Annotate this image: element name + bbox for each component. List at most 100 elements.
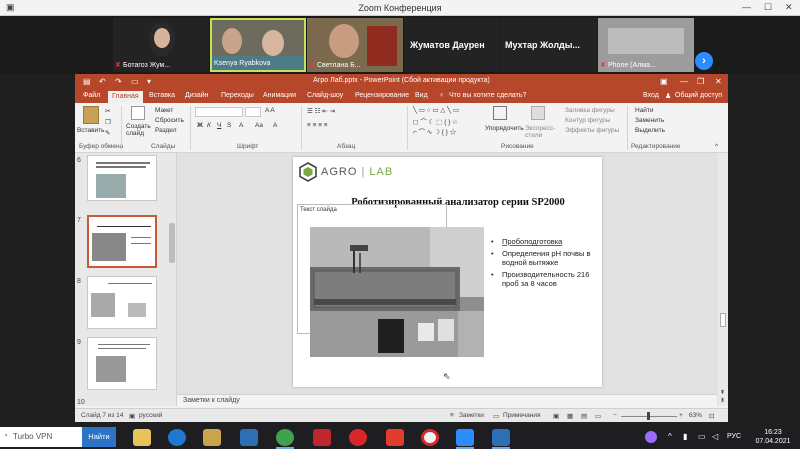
maximize-icon[interactable]: ☐	[764, 2, 772, 13]
sorter-view-icon[interactable]: ▦	[567, 412, 573, 420]
collapse-ribbon-icon[interactable]: ^	[715, 143, 718, 150]
quick-styles-icon[interactable]	[531, 106, 545, 120]
bold-button[interactable]: Ж	[197, 122, 203, 129]
power-app-icon[interactable]	[313, 429, 331, 446]
participant-tile[interactable]: Жуматов Даурен	[404, 18, 500, 72]
slide-thumbnail-selected[interactable]	[87, 215, 157, 268]
arrange-button[interactable]: Упорядочить	[485, 125, 524, 132]
fit-slide-icon[interactable]: ⊡	[709, 412, 714, 420]
minimize-icon[interactable]: —	[680, 77, 688, 86]
share-button[interactable]: Общий доступ	[675, 92, 722, 99]
underline-button[interactable]: Ч	[217, 122, 221, 129]
yandex-browser-icon[interactable]	[421, 429, 439, 446]
case-icon[interactable]: Aa	[255, 122, 263, 129]
section-button[interactable]: Раздел	[155, 127, 176, 134]
select-button[interactable]: Выделить	[635, 127, 665, 134]
cut-icon[interactable]: ✂	[105, 107, 110, 115]
tab-view[interactable]: Вид	[415, 92, 428, 99]
shape-effects-button[interactable]: Эффекты фигуры	[565, 127, 619, 134]
ribbon-display-icon[interactable]: ▣	[660, 77, 668, 86]
slideshow-view-icon[interactable]: ▭	[595, 412, 601, 420]
tab-home[interactable]: Главная	[108, 91, 143, 103]
layout-button[interactable]: Макет	[155, 107, 173, 114]
tab-slideshow[interactable]: Слайд-шоу	[307, 92, 343, 99]
tab-file[interactable]: Файл	[83, 92, 100, 99]
opera-icon[interactable]	[349, 429, 367, 446]
proofing-icon[interactable]: ▣	[129, 412, 135, 420]
scroll-prev-icon[interactable]: ⇞	[720, 389, 725, 396]
replace-button[interactable]: Заменить	[635, 117, 664, 124]
comments-button[interactable]: Примечания	[503, 412, 541, 419]
format-painter-icon[interactable]: ✎	[105, 129, 110, 137]
shapes-gallery[interactable]: ╲ ▭ ○ ▭ △ ╲ ▭ ◻ ⌒ ☾ ⬚ { } ☆ ⌐ ⌒ ∿ ☽ { } …	[413, 106, 479, 140]
zoom-level[interactable]: 63%	[689, 412, 702, 419]
paste-icon[interactable]	[83, 106, 99, 124]
edge-icon[interactable]	[168, 429, 186, 446]
tab-review[interactable]: Рецензирование	[355, 92, 409, 99]
find-button[interactable]: Найти	[635, 107, 654, 114]
italic-button[interactable]: К	[207, 122, 211, 129]
thumbs-scrollbar[interactable]	[169, 223, 175, 263]
tray-chevron-icon[interactable]: ^	[668, 432, 672, 441]
zoom-out-icon[interactable]: −	[613, 412, 617, 419]
reading-view-icon[interactable]: ▤	[581, 412, 587, 420]
alice-icon[interactable]	[645, 431, 657, 443]
new-slide-icon[interactable]	[131, 106, 145, 120]
search-go-button[interactable]: Найти	[82, 427, 116, 447]
tray-clock[interactable]: 16:23 07.04.2021	[750, 428, 796, 446]
word-icon[interactable]	[492, 429, 510, 446]
zoom-taskbar-icon[interactable]	[456, 429, 474, 446]
grow-font-icon[interactable]: A A	[265, 107, 275, 114]
analyzer-photo[interactable]	[310, 227, 484, 357]
yandex-icon[interactable]	[386, 429, 404, 446]
font-name-select[interactable]	[195, 107, 243, 117]
notes-toggle-button[interactable]: Заметки	[459, 412, 484, 419]
chrome-icon[interactable]	[276, 429, 294, 446]
tell-me-input[interactable]: Что вы хотите сделать?	[449, 92, 526, 99]
align-icons[interactable]: ≡ ≡ ≡ ≡	[307, 122, 328, 129]
slide-thumbnail[interactable]	[87, 337, 157, 390]
participant-tile[interactable]: ✘ Phone (Алма...	[598, 18, 694, 72]
quick-styles-button[interactable]: Экспресс-стили	[525, 125, 555, 139]
close-icon[interactable]: ✕	[715, 77, 722, 86]
slide-thumbnail[interactable]	[87, 155, 157, 201]
minimize-icon[interactable]: —	[742, 2, 751, 12]
zoom-in-icon[interactable]: +	[679, 412, 683, 419]
shape-fill-button[interactable]: Заливка фигуры	[565, 107, 615, 114]
arrange-icon[interactable]	[493, 106, 507, 120]
slide-thumbnail[interactable]	[87, 276, 157, 329]
tab-animations[interactable]: Анимации	[263, 92, 296, 99]
participant-tile-active[interactable]: Ksenya Ryabkova	[210, 18, 306, 72]
shape-outline-button[interactable]: Контур фигуры	[565, 117, 610, 124]
new-slide-button[interactable]: Создать слайд	[126, 123, 152, 137]
font-size-select[interactable]	[245, 107, 261, 117]
notes-pane[interactable]: Заметки к слайду	[177, 394, 717, 407]
network-icon[interactable]: ▮	[683, 432, 687, 441]
close-icon[interactable]: ✕	[785, 2, 793, 13]
app-store-icon[interactable]	[240, 429, 258, 446]
strike-button[interactable]: S	[227, 122, 231, 129]
volume-icon[interactable]: ◁	[712, 432, 718, 441]
media-player-icon[interactable]	[203, 429, 221, 446]
participant-tile[interactable]: ✘ Светлана Б...	[307, 18, 403, 72]
participant-tile[interactable]: ✘ Ботагоз Жум...	[113, 18, 209, 72]
paste-button[interactable]: Вставить	[77, 127, 105, 134]
edit-scrollbar[interactable]: ⇞ ⇟	[718, 153, 728, 406]
file-explorer-icon[interactable]	[133, 429, 151, 446]
zoom-slider-thumb[interactable]	[647, 412, 650, 420]
tab-design[interactable]: Дизайн	[185, 92, 209, 99]
bullets-icon[interactable]: ☰ ☷ ⇤ ⇥	[307, 107, 335, 115]
tab-insert[interactable]: Вставка	[149, 92, 175, 99]
copy-icon[interactable]: ❐	[105, 118, 111, 126]
language-label[interactable]: русский	[139, 412, 162, 419]
next-page-arrow-icon[interactable]: ›	[695, 52, 713, 70]
font-color-icon[interactable]: A	[239, 122, 243, 129]
current-slide[interactable]: AGRO | LAB Роботизированный анализатор с…	[293, 157, 602, 387]
restore-icon[interactable]: ❐	[697, 77, 704, 86]
taskbar-search-box[interactable]: ◔ Turbo VPN	[0, 427, 82, 447]
scroll-thumb[interactable]	[720, 313, 726, 327]
participant-tile[interactable]: Мухтар Жолды...	[501, 18, 597, 72]
normal-view-icon[interactable]: ▣	[553, 412, 559, 420]
scroll-next-icon[interactable]: ⇟	[720, 397, 725, 404]
battery-icon[interactable]: ▭	[698, 432, 706, 441]
